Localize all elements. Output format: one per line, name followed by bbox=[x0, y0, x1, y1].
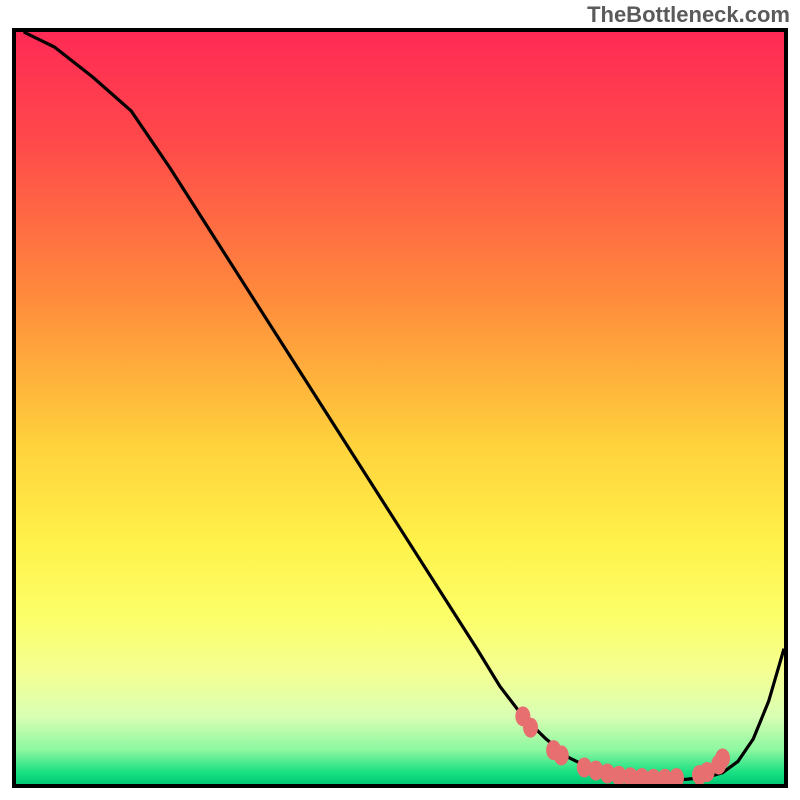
watermark-text: TheBottleneck.com bbox=[587, 2, 790, 28]
marker-dot bbox=[554, 745, 569, 765]
gradient-bg bbox=[16, 32, 784, 784]
chart-container: TheBottleneck.com bbox=[0, 0, 800, 800]
marker-dot bbox=[523, 718, 538, 738]
plot-frame bbox=[12, 28, 788, 788]
plot-svg bbox=[16, 32, 784, 784]
marker-dot bbox=[715, 748, 730, 768]
